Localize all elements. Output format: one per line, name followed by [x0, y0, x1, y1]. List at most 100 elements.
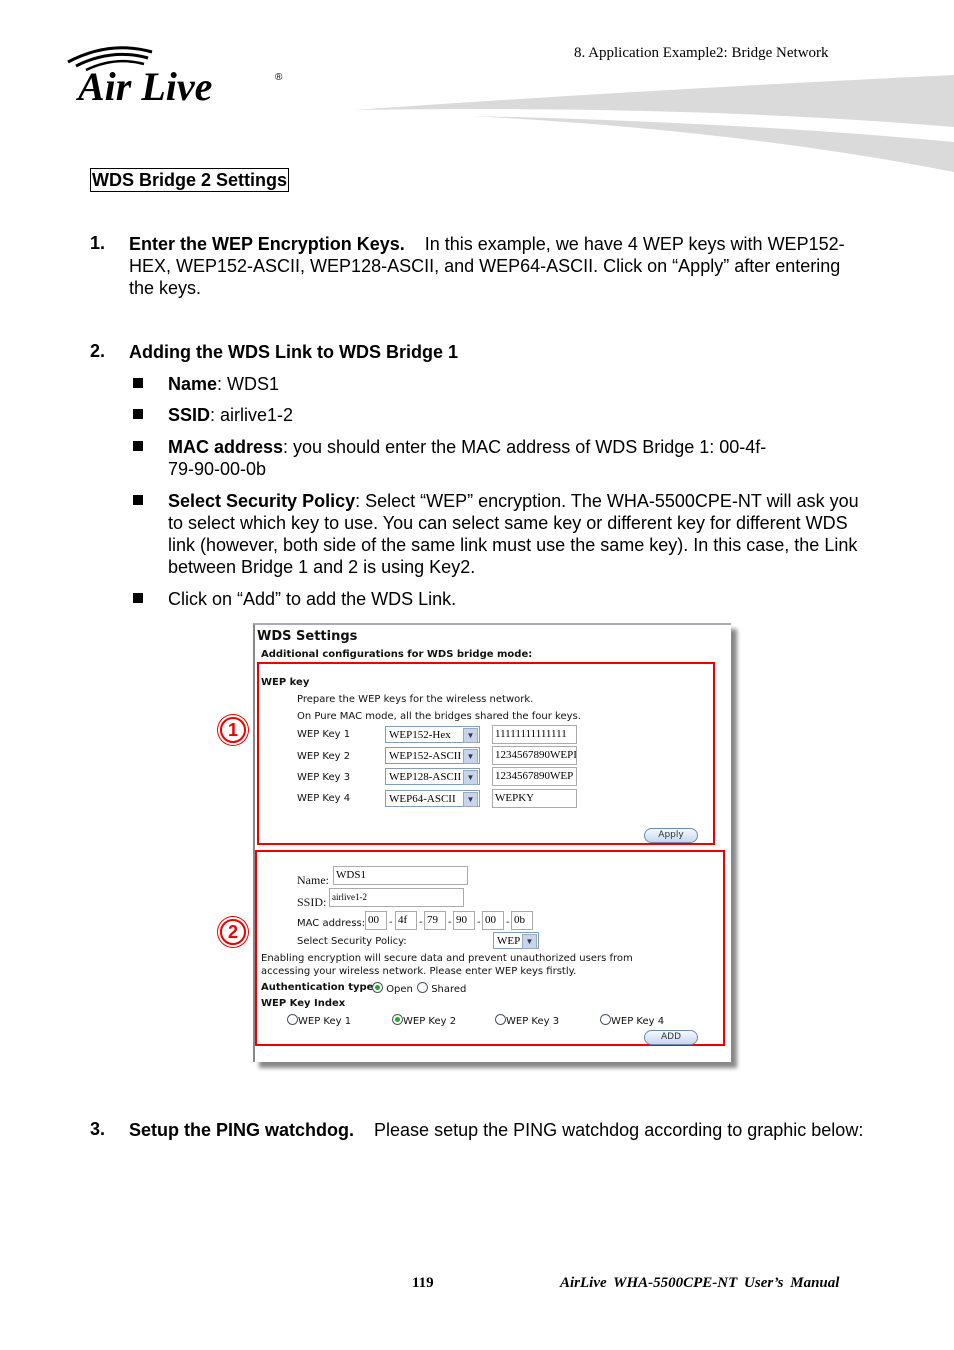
select-value: WEP152-ASCII — [389, 750, 462, 762]
radio-icon[interactable] — [600, 1014, 611, 1025]
wep-key-2-label: WEP Key 2 — [297, 751, 351, 762]
mac-octet-5-input[interactable]: 00 — [482, 911, 504, 930]
key-index-option-1[interactable]: WEP Key 1 — [287, 1014, 351, 1027]
wds-settings-screenshot: WDS Settings Additional configurations f… — [253, 623, 731, 1062]
airlive-logo: Air Live ® — [60, 40, 290, 110]
wep-key-2-input[interactable]: 1234567890WEPI — [492, 746, 577, 765]
bullet-icon — [133, 441, 143, 451]
wep-key-3-input[interactable]: 1234567890WEP — [492, 767, 577, 786]
registered-mark: ® — [275, 72, 283, 83]
radio-selected-icon[interactable] — [392, 1014, 403, 1025]
link-name-input[interactable]: WDS1 — [333, 866, 468, 885]
bullet-icon — [133, 495, 143, 505]
mac-separator: - — [506, 917, 510, 928]
wds-settings-subtitle: Additional configurations for WDS bridge… — [261, 649, 533, 660]
step-1-paragraph: Enter the WEP Encryption Keys. In this e… — [129, 233, 869, 299]
step-2-number: 2. — [90, 341, 106, 361]
select-value: WEP — [497, 935, 521, 947]
link-ssid-input[interactable]: airlive1-2 — [329, 888, 464, 907]
wep-key-4-label: WEP Key 4 — [297, 793, 351, 804]
radio-label: WEP Key 4 — [611, 1016, 665, 1027]
security-policy-label: Select Security Policy: — [297, 936, 407, 947]
mac-octet-1-input[interactable]: 00 — [365, 911, 387, 930]
mac-octet-6-input[interactable]: 0b — [511, 911, 533, 930]
callout-number-2: 2 — [220, 919, 246, 945]
chevron-down-icon: ▼ — [463, 728, 478, 743]
section-title: WDS Bridge 2 Settings — [90, 168, 290, 192]
radio-label: WEP Key 3 — [506, 1016, 560, 1027]
wep-key-1-type-select[interactable]: WEP152-Hex ▼ — [385, 726, 480, 743]
radio-icon[interactable] — [287, 1014, 298, 1025]
radio-selected-icon[interactable] — [372, 982, 383, 993]
wep-key-1-input[interactable]: 11111111111111 — [492, 725, 577, 744]
radio-label: WEP Key 1 — [298, 1016, 352, 1027]
bullet-text: : WDS1 — [217, 374, 280, 394]
mac-octet-3-input[interactable]: 79 — [424, 911, 446, 930]
mac-address-label: MAC address: — [297, 918, 366, 929]
mac-octet-2-input[interactable]: 4f — [395, 911, 417, 930]
step-2-title: Adding the WDS Link to WDS Bridge 1 — [129, 341, 869, 363]
key-index-option-4[interactable]: WEP Key 4 — [600, 1014, 664, 1027]
radio-icon[interactable] — [495, 1014, 506, 1025]
wds-settings-title: WDS Settings — [257, 629, 358, 644]
step-3-paragraph: Setup the PING watchdog. Please setup th… — [129, 1119, 869, 1141]
step-1-title: Enter the WEP Encryption Keys. — [129, 234, 405, 254]
chevron-down-icon: ▼ — [522, 934, 537, 949]
security-policy-select[interactable]: WEP ▼ — [493, 932, 539, 949]
select-value: WEP152-Hex — [389, 729, 451, 741]
wep-key-4-type-select[interactable]: WEP64-ASCII ▼ — [385, 790, 480, 807]
bullet-ssid: SSID: airlive1-2 — [168, 404, 868, 426]
auth-shared-option[interactable]: Shared — [417, 982, 466, 995]
bullet-text: : airlive1-2 — [210, 405, 294, 425]
mac-separator: - — [448, 917, 452, 928]
bullet-label: SSID — [168, 405, 211, 425]
wep-key-1-label: WEP Key 1 — [297, 729, 351, 740]
mac-separator: - — [419, 917, 423, 928]
mac-octet-4-input[interactable]: 90 — [453, 911, 475, 930]
wep-key-4-input[interactable]: WEPKY — [492, 789, 577, 808]
select-value: WEP128-ASCII — [389, 771, 462, 783]
encryption-note-1: Enabling encryption will secure data and… — [261, 953, 633, 964]
add-button[interactable]: ADD — [644, 1030, 698, 1045]
logo-text: Air Live — [75, 64, 212, 105]
bullet-label: Select Security Policy — [168, 491, 356, 511]
apply-button[interactable]: Apply — [644, 828, 698, 843]
wep-key-3-label: WEP Key 3 — [297, 772, 351, 783]
chevron-down-icon: ▼ — [463, 770, 478, 785]
auth-open-option[interactable]: Open — [372, 982, 413, 995]
chevron-down-icon: ▼ — [463, 749, 478, 764]
chevron-down-icon: ▼ — [463, 792, 478, 807]
radio-label: Open — [386, 984, 413, 995]
radio-label: Shared — [431, 984, 467, 995]
wep-key-heading: WEP key — [261, 677, 310, 688]
callout-number-1: 1 — [220, 717, 246, 743]
link-name-label: Name: — [297, 873, 329, 887]
radio-label: WEP Key 2 — [403, 1016, 457, 1027]
bullet-add-link: Click on “Add” to add the WDS Link. — [168, 588, 868, 610]
wep-key-3-type-select[interactable]: WEP128-ASCII ▼ — [385, 768, 480, 785]
key-index-label: WEP Key Index — [261, 998, 346, 1009]
bullet-icon — [133, 378, 143, 388]
select-value: WEP64-ASCII — [389, 793, 456, 805]
key-index-option-3[interactable]: WEP Key 3 — [495, 1014, 559, 1027]
bullet-mac-address: MAC address: you should enter the MAC ad… — [168, 436, 768, 480]
step-3-text: Please setup the PING watchdog according… — [374, 1120, 864, 1140]
bullet-text: Click on “Add” to add the WDS Link. — [168, 589, 457, 609]
bullet-label: MAC address — [168, 437, 284, 457]
bullet-security-policy: Select Security Policy: Select “WEP” enc… — [168, 490, 868, 578]
bullet-label: Name — [168, 374, 218, 394]
wep-key-desc-1: Prepare the WEP keys for the wireless ne… — [297, 694, 534, 705]
key-index-option-2[interactable]: WEP Key 2 — [392, 1014, 456, 1027]
link-ssid-label: SSID: — [297, 895, 327, 909]
bullet-name: Name: WDS1 — [168, 373, 868, 395]
wep-key-2-type-select[interactable]: WEP152-ASCII ▼ — [385, 747, 480, 764]
mac-separator: - — [477, 917, 481, 928]
bullet-icon — [133, 593, 143, 603]
bullet-icon — [133, 409, 143, 419]
wep-key-desc-2: On Pure MAC mode, all the bridges shared… — [297, 711, 581, 722]
manual-title: AirLive WHA-5500CPE-NT User’s Manual — [560, 1275, 840, 1291]
mac-separator: - — [389, 917, 393, 928]
step-2-title-text: Adding the WDS Link to WDS Bridge 1 — [129, 342, 458, 362]
radio-icon[interactable] — [417, 982, 428, 993]
encryption-note-2: accessing your wireless network. Please … — [261, 966, 577, 977]
